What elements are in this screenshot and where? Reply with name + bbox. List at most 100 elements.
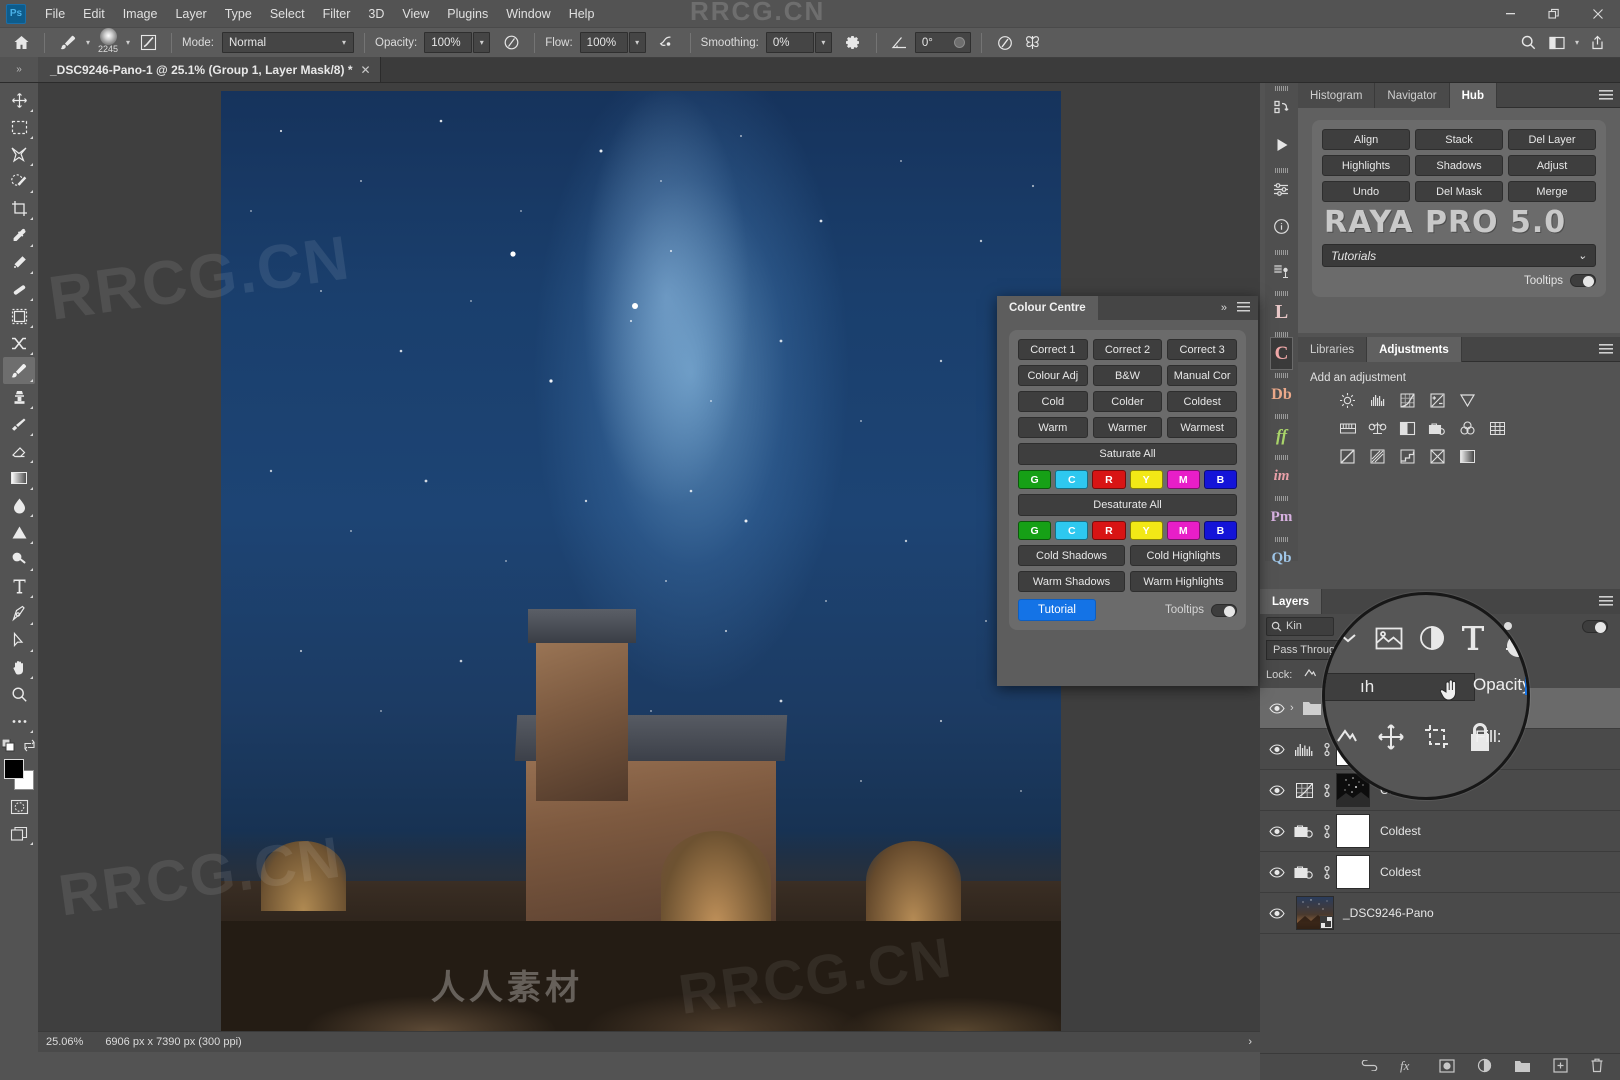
crop-tool[interactable] bbox=[3, 195, 35, 222]
gradient-tool[interactable] bbox=[3, 465, 35, 492]
menu-item-window[interactable]: Window bbox=[497, 3, 559, 25]
menu-item-layer[interactable]: Layer bbox=[166, 3, 215, 25]
menu-item-edit[interactable]: Edit bbox=[74, 3, 114, 25]
color-swatches[interactable] bbox=[3, 759, 35, 793]
link-layers-icon[interactable] bbox=[1361, 1059, 1378, 1074]
gradient-map-icon[interactable] bbox=[1458, 447, 1477, 466]
document-image[interactable]: 人人素材 bbox=[221, 91, 1061, 1031]
color-balance-icon[interactable] bbox=[1368, 419, 1387, 438]
color-lookup-icon[interactable] bbox=[1488, 419, 1507, 438]
link-mask-icon[interactable] bbox=[1318, 824, 1336, 839]
cc-button-warm-highlights[interactable]: Warm Highlights bbox=[1130, 571, 1237, 592]
blur-tool[interactable] bbox=[3, 492, 35, 519]
cc-button-warm[interactable]: Warm bbox=[1018, 417, 1088, 438]
hub-button-stack[interactable]: Stack bbox=[1415, 129, 1503, 150]
menu-item-3d[interactable]: 3D bbox=[359, 3, 393, 25]
angle-icon[interactable] bbox=[887, 31, 913, 55]
rp-icon-sliders[interactable] bbox=[1265, 165, 1298, 206]
cc-desaturate-blue[interactable]: B bbox=[1203, 521, 1237, 540]
new-adjustment-icon[interactable] bbox=[1477, 1058, 1492, 1076]
photo-filter-icon[interactable] bbox=[1428, 419, 1447, 438]
menu-item-help[interactable]: Help bbox=[560, 3, 604, 25]
gear-icon[interactable] bbox=[840, 31, 866, 55]
tutorials-dropdown[interactable]: Tutorials ⌄ bbox=[1322, 244, 1596, 267]
cc-button-correct-2[interactable]: Correct 2 bbox=[1092, 339, 1163, 360]
path-selection-tool[interactable] bbox=[3, 627, 35, 654]
airbrush-icon[interactable] bbox=[654, 31, 680, 55]
cc-button-correct-3[interactable]: Correct 3 bbox=[1167, 339, 1237, 360]
hub-button-del-layer[interactable]: Del Layer bbox=[1508, 129, 1596, 150]
cc-saturate-yellow[interactable]: Y bbox=[1129, 470, 1163, 489]
channel-mixer-icon[interactable] bbox=[1458, 419, 1477, 438]
cc-desaturate-yellow[interactable]: Y bbox=[1129, 521, 1163, 540]
hub-button-merge[interactable]: Merge bbox=[1508, 181, 1596, 202]
panel-menu-icon[interactable] bbox=[1599, 589, 1620, 614]
smoothing-chevron-icon[interactable]: ▾ bbox=[814, 32, 832, 53]
cc-button-correct-1[interactable]: Correct 1 bbox=[1018, 339, 1088, 360]
hub-button-del-mask[interactable]: Del Mask bbox=[1415, 181, 1503, 202]
brush-settings-icon[interactable] bbox=[135, 31, 161, 55]
magnified-filter-toggle[interactable] bbox=[1507, 635, 1527, 657]
rp-icon-im[interactable]: im bbox=[1265, 452, 1298, 493]
brush-tool[interactable] bbox=[3, 357, 35, 384]
symmetry-butterfly-icon[interactable] bbox=[1020, 31, 1046, 55]
tab-navigator[interactable]: Navigator bbox=[1375, 83, 1450, 108]
cc-button-cold-highlights[interactable]: Cold Highlights bbox=[1130, 545, 1237, 566]
default-colors-icon[interactable] bbox=[1, 738, 15, 755]
patch-tool[interactable] bbox=[3, 276, 35, 303]
burn-tool[interactable] bbox=[3, 546, 35, 573]
hub-button-highlights[interactable]: Highlights bbox=[1322, 155, 1410, 176]
cc-desaturate-red[interactable]: R bbox=[1092, 521, 1126, 540]
cc-desaturate-cyan[interactable]: C bbox=[1055, 521, 1089, 540]
close-icon[interactable]: ✕ bbox=[360, 63, 370, 77]
cc-button-saturate-all[interactable]: Saturate All bbox=[1018, 443, 1237, 465]
type-icon[interactable] bbox=[1461, 625, 1485, 654]
hub-tooltips-toggle[interactable] bbox=[1570, 274, 1596, 287]
menu-item-select[interactable]: Select bbox=[261, 3, 314, 25]
table-row[interactable]: Coldest bbox=[1260, 852, 1620, 893]
cc-button-warmer[interactable]: Warmer bbox=[1092, 417, 1163, 438]
cc-saturate-green[interactable]: G bbox=[1018, 470, 1052, 489]
cc-button-warmest[interactable]: Warmest bbox=[1167, 417, 1237, 438]
type-tool[interactable] bbox=[3, 573, 35, 600]
search-icon[interactable] bbox=[1516, 31, 1542, 55]
filter-toggle-icon[interactable] bbox=[1582, 619, 1614, 633]
cc-button-colour-adj[interactable]: Colour Adj bbox=[1018, 365, 1088, 386]
layer-visibility-toggle[interactable] bbox=[1264, 702, 1290, 714]
collapse-panels-button[interactable]: » bbox=[0, 57, 38, 82]
layer-name[interactable]: _DSC9246-Pano bbox=[1343, 906, 1434, 920]
tab-histogram[interactable]: Histogram bbox=[1298, 83, 1376, 108]
tab-layers[interactable]: Layers bbox=[1260, 589, 1323, 614]
panel-menu-icon[interactable] bbox=[1599, 83, 1620, 107]
brush-preset-chevron-icon[interactable]: ▾ bbox=[83, 38, 93, 47]
posterize-icon[interactable] bbox=[1368, 447, 1387, 466]
vibrance-icon[interactable] bbox=[1458, 391, 1477, 410]
rp-icon-info[interactable] bbox=[1265, 206, 1298, 247]
hub-button-adjust[interactable]: Adjust bbox=[1508, 155, 1596, 176]
status-chevron-icon[interactable]: › bbox=[1248, 1036, 1260, 1048]
table-row[interactable]: _DSC9246-Pano bbox=[1260, 893, 1620, 934]
minimize-button[interactable] bbox=[1488, 0, 1532, 27]
lock-transparent-icon[interactable] bbox=[1303, 667, 1317, 684]
marquee-tool[interactable] bbox=[3, 114, 35, 141]
rp-icon-actions[interactable] bbox=[1265, 83, 1298, 124]
move-tool[interactable] bbox=[3, 87, 35, 114]
brush-size-chevron-icon[interactable]: ▾ bbox=[123, 38, 133, 47]
new-group-icon[interactable] bbox=[1514, 1059, 1531, 1076]
selective-color-icon[interactable] bbox=[1428, 447, 1447, 466]
layer-visibility-toggle[interactable] bbox=[1264, 743, 1290, 755]
angle-input[interactable]: 0° bbox=[914, 32, 971, 53]
maximize-button[interactable] bbox=[1532, 0, 1576, 27]
hue-saturation-icon[interactable] bbox=[1338, 419, 1357, 438]
flow-chevron-icon[interactable]: ▾ bbox=[628, 32, 646, 53]
cc-saturate-blue[interactable]: B bbox=[1203, 470, 1237, 489]
new-layer-icon[interactable] bbox=[1553, 1058, 1568, 1076]
opacity-input[interactable]: 100% bbox=[424, 32, 473, 53]
swap-colors-icon[interactable] bbox=[23, 739, 36, 755]
history-brush-tool[interactable] bbox=[3, 411, 35, 438]
dodge-tool[interactable] bbox=[3, 519, 35, 546]
hub-button-undo[interactable]: Undo bbox=[1322, 181, 1410, 202]
pen-tool[interactable] bbox=[3, 600, 35, 627]
colour-centre-panel[interactable]: Colour Centre » Correct 1 Correct 2 Corr… bbox=[997, 296, 1258, 686]
brush-size-preview[interactable]: 2245 bbox=[95, 27, 121, 58]
